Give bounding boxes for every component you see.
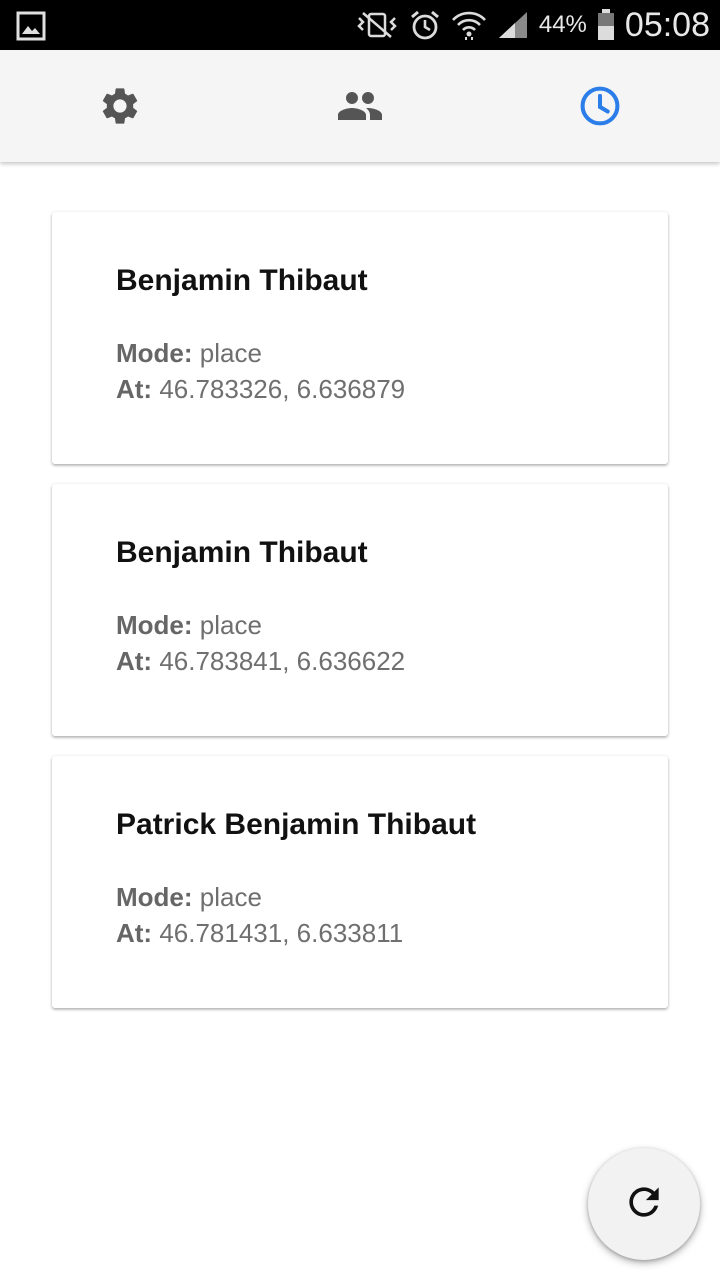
status-bar: 44% 05:08 — [0, 0, 720, 50]
mode-value: place — [199, 882, 262, 912]
card-person-name: Patrick Benjamin Thibaut — [116, 808, 477, 841]
history-clock-icon — [578, 84, 622, 128]
mode-label: Mode: — [116, 610, 193, 640]
settings-icon — [98, 84, 142, 128]
mode-label: Mode: — [116, 338, 193, 368]
mode-label: Mode: — [116, 882, 193, 912]
alarm-icon — [409, 9, 441, 41]
mode-value: place — [199, 610, 262, 640]
vibrate-icon — [355, 10, 399, 40]
at-label: At: — [116, 646, 153, 676]
tab-history[interactable] — [480, 50, 720, 162]
card-location-line: At: 46.783841, 6.636622 — [116, 646, 405, 677]
mode-value: place — [199, 338, 262, 368]
tab-people[interactable] — [240, 50, 480, 162]
card-location-line: At: 46.781431, 6.633811 — [116, 918, 403, 949]
refresh-icon — [622, 1180, 666, 1229]
card-person-name: Benjamin Thibaut — [116, 536, 368, 569]
battery-icon — [597, 9, 615, 41]
card-mode-line: Mode: place — [116, 882, 262, 913]
history-list: Benjamin Thibaut Mode: place At: 46.7833… — [0, 162, 720, 1280]
top-nav-bar — [0, 50, 720, 162]
status-clock: 05:08 — [624, 5, 710, 44]
history-card[interactable]: Benjamin Thibaut Mode: place At: 46.7838… — [52, 484, 668, 736]
signal-icon — [497, 10, 529, 40]
coordinates-value: 46.783841, 6.636622 — [159, 646, 406, 676]
people-icon — [336, 82, 384, 130]
wifi-icon — [451, 9, 487, 41]
at-label: At: — [116, 918, 153, 948]
history-card[interactable]: Benjamin Thibaut Mode: place At: 46.7833… — [52, 212, 668, 464]
battery-percent: 44% — [538, 11, 587, 38]
coordinates-value: 46.781431, 6.633811 — [159, 918, 404, 948]
card-location-line: At: 46.783326, 6.636879 — [116, 374, 405, 405]
card-mode-line: Mode: place — [116, 610, 262, 641]
card-person-name: Benjamin Thibaut — [116, 264, 368, 297]
gallery-notification-icon — [16, 11, 46, 41]
at-label: At: — [116, 374, 153, 404]
card-mode-line: Mode: place — [116, 338, 262, 369]
history-card[interactable]: Patrick Benjamin Thibaut Mode: place At:… — [52, 756, 668, 1008]
tab-settings[interactable] — [0, 50, 240, 162]
refresh-button[interactable] — [588, 1148, 700, 1260]
coordinates-value: 46.783326, 6.636879 — [159, 374, 406, 404]
